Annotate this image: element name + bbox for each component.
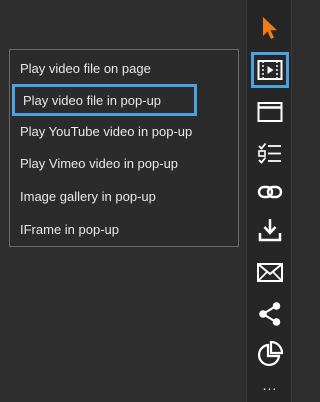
download-icon: [258, 219, 282, 242]
tool-window[interactable]: [251, 94, 289, 130]
cursor-arrow-icon: [263, 17, 277, 39]
pie-chart-icon: [257, 340, 284, 367]
canvas: Play video file on page Play video file …: [0, 0, 300, 402]
tool-share[interactable]: [251, 296, 289, 332]
tool-chart[interactable]: [251, 336, 289, 372]
menu-item-label: Play video file in pop-up: [23, 92, 162, 108]
menu-item-play-video-in-popup[interactable]: Play video file in pop-up: [12, 84, 197, 116]
tool-link[interactable]: [251, 174, 289, 210]
menu-item-play-vimeo-in-popup[interactable]: Play Vimeo video in pop-up: [10, 150, 238, 176]
menu-item-label: IFrame in pop-up: [20, 221, 119, 237]
menu-item-play-video-on-page[interactable]: Play video file on page: [10, 55, 238, 81]
tool-download[interactable]: [251, 212, 289, 248]
tool-video[interactable]: [251, 52, 289, 88]
tool-cursor[interactable]: [251, 10, 289, 46]
menu-item-label: Image gallery in pop-up: [20, 188, 156, 204]
link-icon: [257, 185, 283, 199]
action-dropdown-menu: Play video file on page Play video file …: [9, 49, 239, 247]
tool-checklist[interactable]: [251, 136, 289, 172]
video-player-icon: [257, 60, 283, 80]
menu-item-iframe-in-popup[interactable]: IFrame in pop-up: [10, 216, 238, 242]
menu-item-image-gallery-in-popup[interactable]: Image gallery in pop-up: [10, 183, 238, 209]
browser-window-icon: [257, 102, 283, 122]
menu-item-label: Play video file on page: [20, 60, 151, 76]
menu-item-label: Play YouTube video in pop-up: [20, 123, 193, 139]
envelope-icon: [257, 263, 283, 282]
checklist-icon: [258, 142, 281, 164]
more-tools-button[interactable]: ...: [247, 378, 293, 392]
menu-item-play-youtube-in-popup[interactable]: Play YouTube video in pop-up: [10, 118, 238, 144]
tool-email[interactable]: [251, 254, 289, 290]
right-toolbar: ...: [246, 0, 292, 402]
menu-item-label: Play Vimeo video in pop-up: [20, 155, 179, 171]
share-icon: [259, 302, 281, 326]
